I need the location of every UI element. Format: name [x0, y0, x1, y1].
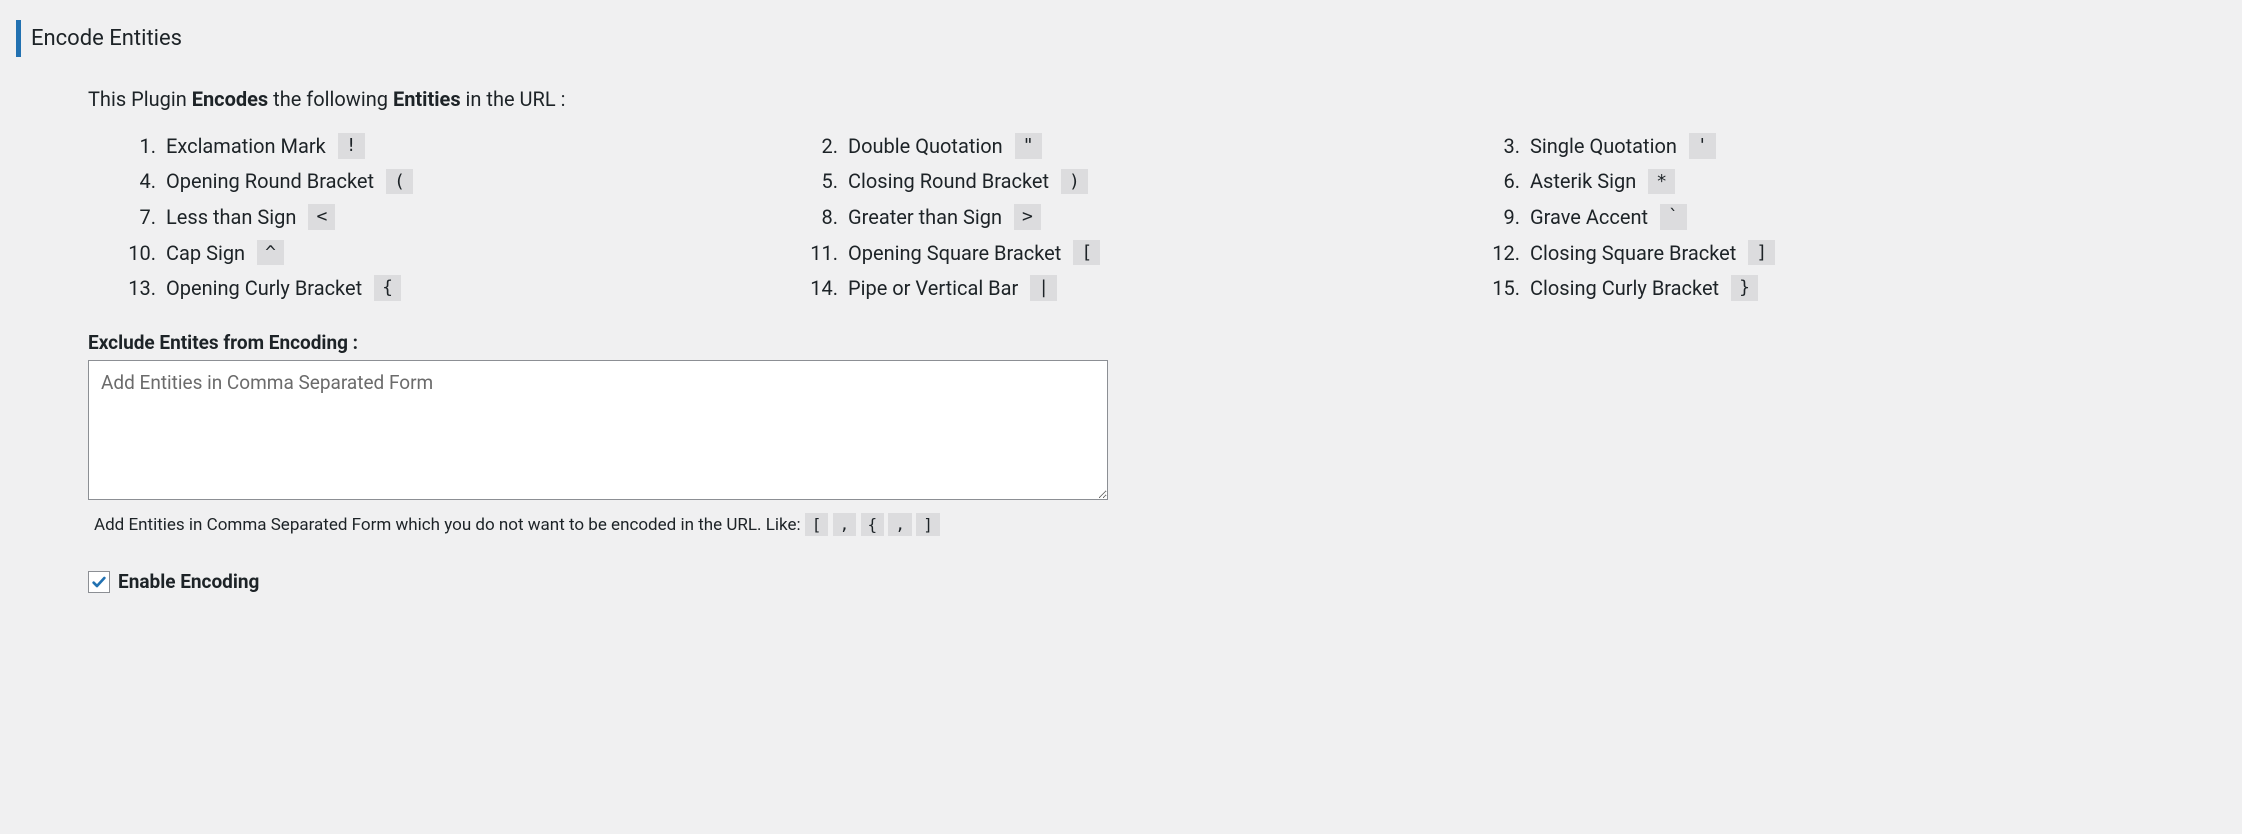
section-heading: Encode Entities — [16, 20, 2242, 57]
entity-number: 1. — [128, 134, 156, 158]
entity-symbol: > — [1014, 204, 1041, 230]
entity-number: 15. — [1492, 276, 1520, 300]
entity-number: 8. — [810, 205, 838, 229]
entity-label: Opening Curly Bracket — [166, 276, 362, 300]
entity-number: 2. — [810, 134, 838, 158]
entity-number: 11. — [810, 241, 838, 265]
entity-number: 4. — [128, 169, 156, 193]
entity-number: 12. — [1492, 241, 1520, 265]
entity-label: Grave Accent — [1530, 205, 1648, 229]
enable-checkbox[interactable] — [88, 571, 110, 593]
entity-label: Exclamation Mark — [166, 134, 326, 158]
entity-number: 13. — [128, 276, 156, 300]
entity-number: 10. — [128, 241, 156, 265]
exclude-label: Exclude Entites from Encoding : — [88, 331, 2154, 354]
help-examples: [ , { , ] — [805, 515, 940, 535]
entity-symbol: | — [1030, 275, 1057, 301]
intro-mid: the following — [268, 87, 393, 111]
entity-label: Opening Round Bracket — [166, 169, 374, 193]
entity-symbol: ] — [1748, 240, 1775, 266]
entity-label: Cap Sign — [166, 241, 245, 265]
entity-symbol: " — [1015, 133, 1042, 159]
intro-bold-entities: Entities — [393, 87, 461, 111]
help-prefix: Add Entities in Comma Separated Form whi… — [94, 515, 805, 535]
entity-item: 9. Grave Accent ` — [1492, 204, 2154, 230]
intro-prefix: This Plugin — [88, 87, 192, 111]
entity-label: Less than Sign — [166, 205, 296, 229]
entity-item: 11. Opening Square Bracket [ — [810, 240, 1472, 266]
entity-item: 12. Closing Square Bracket] — [1492, 240, 2154, 266]
intro-suffix: in the URL : — [461, 87, 566, 111]
entity-number: 5. — [810, 169, 838, 193]
help-example-symbol: , — [888, 513, 912, 536]
intro-text: This Plugin Encodes the following Entiti… — [88, 87, 2154, 111]
entity-symbol: } — [1731, 275, 1758, 301]
entity-item: 15. Closing Curly Bracket} — [1492, 275, 2154, 301]
entity-number: 7. — [128, 205, 156, 229]
help-example-symbol: { — [861, 513, 885, 536]
enable-row: Enable Encoding — [88, 570, 2154, 593]
entity-number: 6. — [1492, 169, 1520, 193]
entity-symbol: { — [374, 275, 401, 301]
entity-item: 1. Exclamation Mark! — [128, 133, 790, 159]
entity-label: Double Quotation — [848, 134, 1003, 158]
entity-symbol: ! — [338, 133, 365, 159]
entity-number: 9. — [1492, 205, 1520, 229]
entity-item: 8. Greater than Sign > — [810, 204, 1472, 230]
entity-symbol: ` — [1660, 204, 1687, 230]
entity-item: 14. Pipe or Vertical Bar | — [810, 275, 1472, 301]
entity-list: 1. Exclamation Mark! 2. Double Quotation " 3.… — [88, 133, 2154, 301]
help-example-symbol: [ — [805, 513, 829, 536]
entity-item: 5. Closing Round Bracket) — [810, 169, 1472, 195]
entity-label: Pipe or Vertical Bar — [848, 276, 1018, 300]
entity-label: Closing Square Bracket — [1530, 241, 1736, 265]
entity-item: 10. Cap Sign ^ — [128, 240, 790, 266]
entity-label: Closing Round Bracket — [848, 169, 1049, 193]
exclude-help: Add Entities in Comma Separated Form whi… — [88, 513, 2154, 536]
entity-label: Closing Curly Bracket — [1530, 276, 1719, 300]
enable-label: Enable Encoding — [118, 570, 259, 593]
entity-symbol: ^ — [257, 240, 284, 266]
entity-item: 4. Opening Round Bracket ( — [128, 169, 790, 195]
content: This Plugin Encodes the following Entiti… — [0, 87, 2242, 623]
entity-label: Asterik Sign — [1530, 169, 1636, 193]
entity-symbol: ( — [386, 169, 413, 195]
exclude-textarea[interactable] — [88, 360, 1108, 500]
intro-bold-encodes: Encodes — [192, 87, 269, 111]
entity-symbol: [ — [1073, 240, 1100, 266]
entity-item: 7. Less than Sign < — [128, 204, 790, 230]
help-example-symbol: , — [833, 513, 857, 536]
entity-symbol: ) — [1061, 169, 1088, 195]
check-icon — [91, 574, 107, 590]
entity-label: Single Quotation — [1530, 134, 1677, 158]
entity-symbol: < — [308, 204, 335, 230]
entity-item: 6. Asterik Sign * — [1492, 169, 2154, 195]
help-example-symbol: ] — [916, 513, 940, 536]
entity-item: 3. Single Quotation ' — [1492, 133, 2154, 159]
entity-symbol: ' — [1689, 133, 1716, 159]
entity-number: 3. — [1492, 134, 1520, 158]
entity-symbol: * — [1648, 169, 1675, 195]
entity-label: Greater than Sign — [848, 205, 1002, 229]
entity-label: Opening Square Bracket — [848, 241, 1061, 265]
entity-item: 2. Double Quotation " — [810, 133, 1472, 159]
entity-item: 13. Opening Curly Bracket { — [128, 275, 790, 301]
entity-number: 14. — [810, 276, 838, 300]
